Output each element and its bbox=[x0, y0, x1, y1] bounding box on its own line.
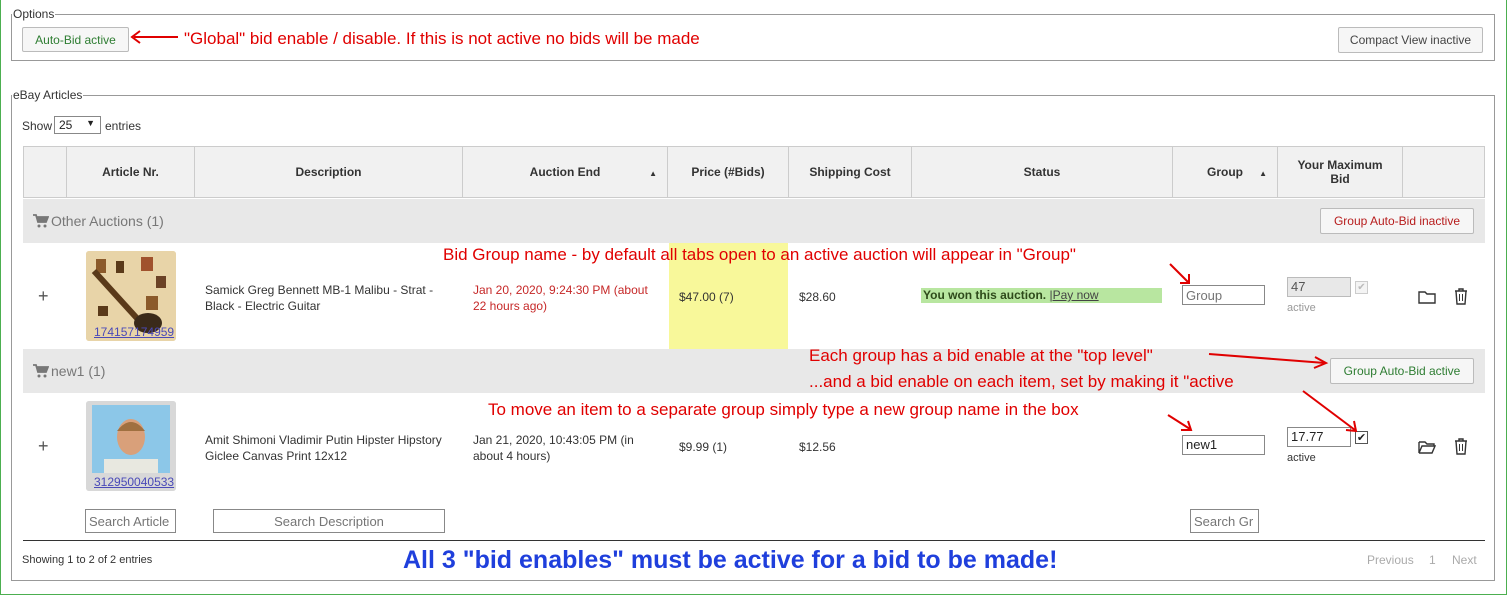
annotation-arrow-global bbox=[130, 30, 178, 44]
options-legend: Options bbox=[13, 7, 55, 21]
showing-entries: Showing 1 to 2 of 2 entries bbox=[22, 554, 153, 566]
item-price: $9.99 (1) bbox=[679, 440, 728, 454]
col-max-bid-label: Your Maximum Bid bbox=[1297, 158, 1383, 186]
annotation-arrow-top-level bbox=[1208, 353, 1329, 369]
group-field[interactable]: new1 bbox=[1182, 435, 1265, 455]
previous-button[interactable]: Previous bbox=[1367, 553, 1414, 567]
annotation-arrow-group bbox=[1169, 263, 1190, 284]
col-status[interactable]: Status bbox=[911, 146, 1172, 198]
search-description-input[interactable] bbox=[213, 509, 445, 533]
article-nr-link[interactable]: 174157174959 bbox=[94, 325, 174, 339]
show-label: Show bbox=[22, 119, 53, 133]
sort-asc-icon: ▲ bbox=[1259, 169, 1267, 178]
annotation-move-item: To move an item to a separate group simp… bbox=[488, 400, 1079, 419]
max-bid-value: 47 bbox=[1291, 279, 1306, 294]
col-max-bid[interactable]: Your Maximum Bid bbox=[1277, 146, 1402, 198]
col-description-label: Description bbox=[295, 165, 362, 179]
col-description[interactable]: Description bbox=[194, 146, 462, 198]
pay-now-link[interactable]: |Pay now bbox=[1049, 288, 1098, 302]
group-title-label: new1 (1) bbox=[51, 363, 106, 379]
cart-icon bbox=[33, 214, 49, 228]
sort-asc-icon: ▲ bbox=[649, 169, 657, 178]
group-field[interactable] bbox=[1182, 285, 1265, 305]
annotation-arrow-move bbox=[1167, 414, 1193, 431]
expand-button[interactable]: + bbox=[38, 436, 49, 457]
auction-end: Jan 21, 2020, 10:43:05 PM (in about 4 ho… bbox=[473, 433, 634, 463]
item-price: $47.00 (7) bbox=[679, 290, 734, 304]
entries-select-value: 25 bbox=[59, 118, 73, 132]
col-actions bbox=[1402, 146, 1485, 198]
annotation-arrow-item bbox=[1302, 390, 1358, 433]
annotation-item-enable: ...and a bid enable on each item, set by… bbox=[809, 372, 1234, 391]
group-field-value: new1 bbox=[1186, 437, 1218, 452]
global-autobid-button[interactable]: Auto-Bid active bbox=[22, 27, 129, 52]
active-checkbox[interactable]: ✔ bbox=[1355, 281, 1368, 294]
col-price[interactable]: Price (#Bids) bbox=[667, 146, 788, 198]
status-text: You won this auction. bbox=[923, 288, 1047, 302]
trash-icon[interactable] bbox=[1454, 288, 1468, 305]
entries-label: entries bbox=[105, 119, 142, 133]
col-article-nr[interactable]: Article Nr. bbox=[66, 146, 194, 198]
col-price-label: Price (#Bids) bbox=[691, 165, 765, 179]
item-shipping: $28.60 bbox=[799, 290, 836, 304]
group-title: Other Auctions (1) bbox=[33, 213, 164, 229]
group-autobid-button[interactable]: Group Auto-Bid active bbox=[1330, 358, 1474, 384]
item-shipping: $12.56 bbox=[799, 440, 836, 454]
compact-view-button[interactable]: Compact View inactive bbox=[1338, 27, 1483, 53]
col-shipping-label: Shipping Cost bbox=[809, 165, 891, 179]
col-status-label: Status bbox=[1023, 165, 1061, 179]
article-nr-link[interactable]: 312950040533 bbox=[94, 475, 174, 489]
annotation-all-three: All 3 "bid enables" must be active for a… bbox=[403, 546, 1058, 574]
active-label: active bbox=[1287, 302, 1316, 314]
trash-icon[interactable] bbox=[1454, 438, 1468, 455]
item-description: Amit Shimoni Vladimir Putin Hipster Hips… bbox=[205, 433, 442, 463]
search-group-input[interactable] bbox=[1190, 509, 1259, 533]
col-shipping[interactable]: Shipping Cost bbox=[788, 146, 911, 198]
chevron-down-icon: ▼ bbox=[86, 118, 95, 128]
entries-select[interactable]: 25 ▼ bbox=[54, 116, 101, 134]
item-description: Samick Greg Bennett MB-1 Malibu - Strat … bbox=[205, 283, 434, 313]
table-footer-divider bbox=[23, 540, 1485, 541]
col-group[interactable]: Group ▲ bbox=[1172, 146, 1277, 198]
auction-end: Jan 20, 2020, 9:24:30 PM (about 22 hours… bbox=[473, 283, 648, 313]
col-auction-end-label: Auction End bbox=[529, 165, 601, 179]
max-bid-field[interactable]: 47 bbox=[1287, 277, 1351, 297]
annotation-group-name: Bid Group name - by default all tabs ope… bbox=[443, 245, 1076, 264]
col-auction-end[interactable]: Auction End ▲ bbox=[462, 146, 667, 198]
cart-icon bbox=[33, 364, 49, 378]
expand-button[interactable]: + bbox=[38, 286, 49, 307]
status-badge: You won this auction. |Pay now bbox=[921, 288, 1162, 303]
group-title-label: Other Auctions (1) bbox=[51, 213, 164, 229]
col-article-nr-label: Article Nr. bbox=[102, 165, 159, 179]
annotation-top-level: Each group has a bid enable at the "top … bbox=[809, 346, 1153, 365]
folder-icon[interactable] bbox=[1418, 290, 1436, 304]
col-expand bbox=[23, 146, 66, 198]
search-article-input[interactable] bbox=[85, 509, 176, 533]
annotation-global-bid: "Global" bid enable / disable. If this i… bbox=[184, 29, 700, 48]
folder-open-icon[interactable] bbox=[1418, 440, 1436, 454]
group-autobid-button[interactable]: Group Auto-Bid inactive bbox=[1320, 208, 1474, 234]
group-row: Other Auctions (1) bbox=[23, 199, 1485, 243]
page-1-button[interactable]: 1 bbox=[1429, 553, 1436, 567]
articles-legend: eBay Articles bbox=[13, 88, 83, 102]
col-group-label: Group bbox=[1207, 165, 1243, 179]
next-button[interactable]: Next bbox=[1452, 553, 1477, 567]
group-title: new1 (1) bbox=[33, 363, 105, 379]
active-label: active bbox=[1287, 452, 1316, 464]
